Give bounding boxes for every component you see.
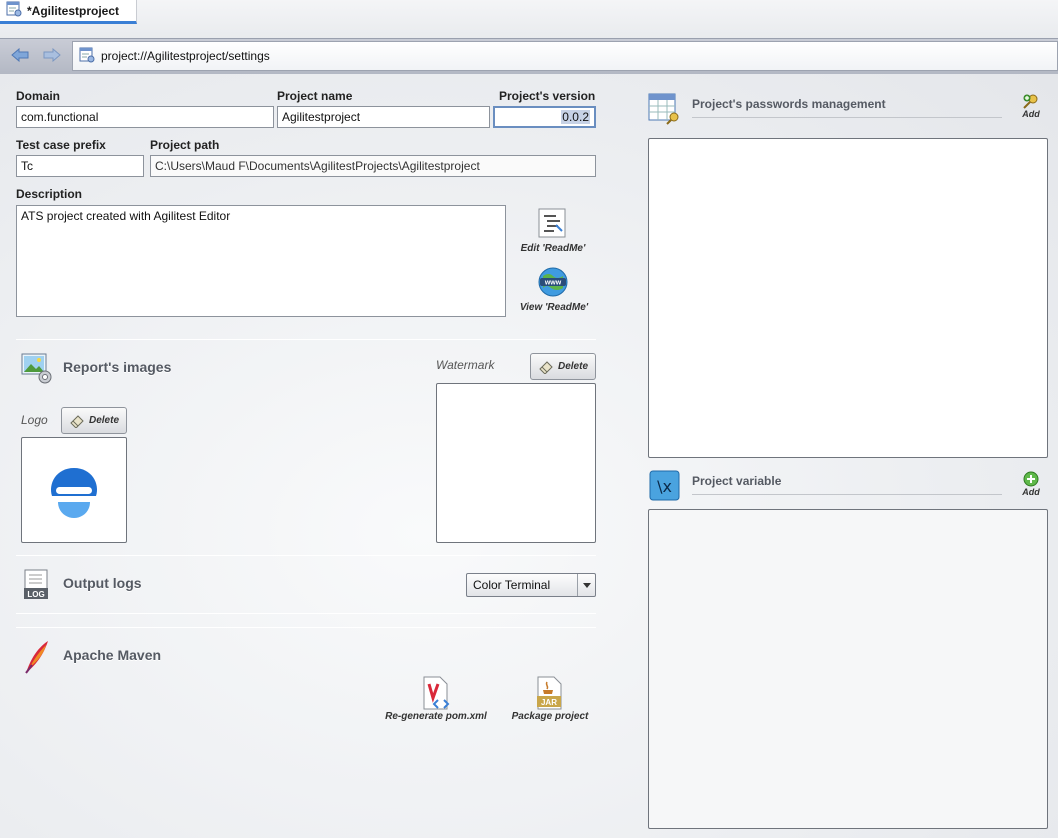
maven-pom-icon [423, 676, 450, 710]
variables-title-line [692, 494, 1002, 495]
variables-title: Project variable [692, 474, 782, 488]
variable-icon: \x [649, 470, 680, 501]
project-settings-icon [79, 47, 95, 66]
eraser-icon [70, 414, 84, 428]
view-readme-button[interactable]: www [537, 266, 569, 298]
logo-image-box[interactable] [21, 437, 127, 543]
edit-readme-icon [538, 208, 566, 238]
version-field[interactable]: 0.0.2 [493, 106, 596, 128]
report-images-title: Report's images [63, 359, 172, 375]
description-label: Description [16, 187, 83, 201]
plus-circle-icon [1023, 471, 1039, 487]
domain-field[interactable]: com.functional [16, 106, 274, 128]
add-variable-button[interactable]: Add [1020, 471, 1042, 501]
forward-arrow-icon[interactable] [42, 47, 62, 63]
regenerate-pom-button[interactable] [420, 676, 452, 710]
section-divider [16, 613, 596, 614]
globe-www-icon: www [538, 267, 568, 297]
view-readme-label: View 'ReadMe' [519, 302, 589, 313]
add-password-label: Add [1022, 109, 1040, 119]
test-case-prefix-label: Test case prefix [16, 138, 106, 152]
output-logs-title: Output logs [63, 575, 142, 591]
apache-feather-icon [22, 639, 50, 675]
eraser-icon [539, 360, 553, 374]
svg-text:www: www [544, 280, 562, 287]
apache-maven-title: Apache Maven [63, 647, 162, 663]
project-path-field[interactable]: C:\Users\Maud F\Documents\AgilitestProje… [150, 155, 596, 177]
section-divider [16, 627, 596, 628]
svg-text:\x: \x [657, 477, 672, 496]
package-project-label: Package project [511, 711, 589, 722]
delete-watermark-label: Delete [557, 361, 588, 372]
tab-agilitestproject[interactable]: *Agilitestproject [0, 0, 137, 24]
address-text: project://Agilitestproject/settings [101, 49, 270, 63]
address-bar[interactable]: project://Agilitestproject/settings [72, 41, 1058, 71]
svg-text:JAR: JAR [541, 698, 557, 707]
description-value: ATS project created with Agilitest Edito… [21, 209, 231, 223]
project-settings-icon [6, 1, 22, 20]
add-variable-label: Add [1022, 487, 1040, 497]
project-path-label: Project path [150, 138, 220, 152]
package-project-button[interactable]: JAR [535, 676, 565, 710]
output-logs-selected: Color Terminal [473, 578, 551, 592]
regenerate-pom-label: Re-generate pom.xml [385, 711, 487, 722]
passwords-title-line [692, 117, 1002, 118]
output-logs-select[interactable]: Color Terminal [466, 573, 596, 597]
add-password-button[interactable]: Add [1020, 93, 1042, 123]
watermark-label: Watermark [436, 358, 495, 372]
delete-logo-button[interactable]: Delete [61, 407, 127, 434]
edit-readme-button[interactable] [536, 207, 568, 239]
version-label: Project's version [499, 89, 596, 103]
section-divider [16, 555, 596, 556]
passwords-table-icon [648, 93, 680, 125]
logo-label: Logo [21, 413, 48, 427]
variables-list[interactable] [648, 509, 1048, 829]
project-name-label: Project name [277, 89, 353, 103]
test-case-prefix-value: Tc [21, 159, 33, 173]
editor-tab-strip [0, 0, 1058, 38]
log-file-icon: LOG [23, 569, 51, 601]
key-add-icon [1023, 94, 1038, 109]
back-arrow-icon[interactable] [10, 47, 30, 63]
edit-readme-label: Edit 'ReadMe' [520, 243, 586, 254]
project-name-field[interactable]: Agilitestproject [277, 106, 490, 128]
domain-value: com.functional [21, 110, 99, 124]
project-path-value: C:\Users\Maud F\Documents\AgilitestProje… [155, 159, 480, 173]
project-name-value: Agilitestproject [282, 110, 361, 124]
version-value: 0.0.2 [561, 110, 590, 124]
section-divider [16, 339, 596, 340]
domain-label: Domain [16, 89, 61, 103]
report-images-icon [21, 352, 53, 384]
delete-logo-label: Delete [88, 415, 119, 426]
chevron-down-icon[interactable] [577, 574, 595, 596]
delete-watermark-button[interactable]: Delete [530, 353, 596, 380]
tab-title: *Agilitestproject [27, 3, 120, 18]
passwords-list[interactable] [648, 138, 1048, 458]
passwords-title: Project's passwords management [692, 97, 886, 111]
agilitest-logo [50, 468, 98, 518]
description-textarea[interactable]: ATS project created with Agilitest Edito… [16, 205, 506, 317]
jar-file-icon: JAR [537, 676, 562, 710]
watermark-image-box[interactable] [436, 383, 596, 543]
svg-text:LOG: LOG [27, 590, 44, 599]
test-case-prefix-field[interactable]: Tc [16, 155, 144, 177]
